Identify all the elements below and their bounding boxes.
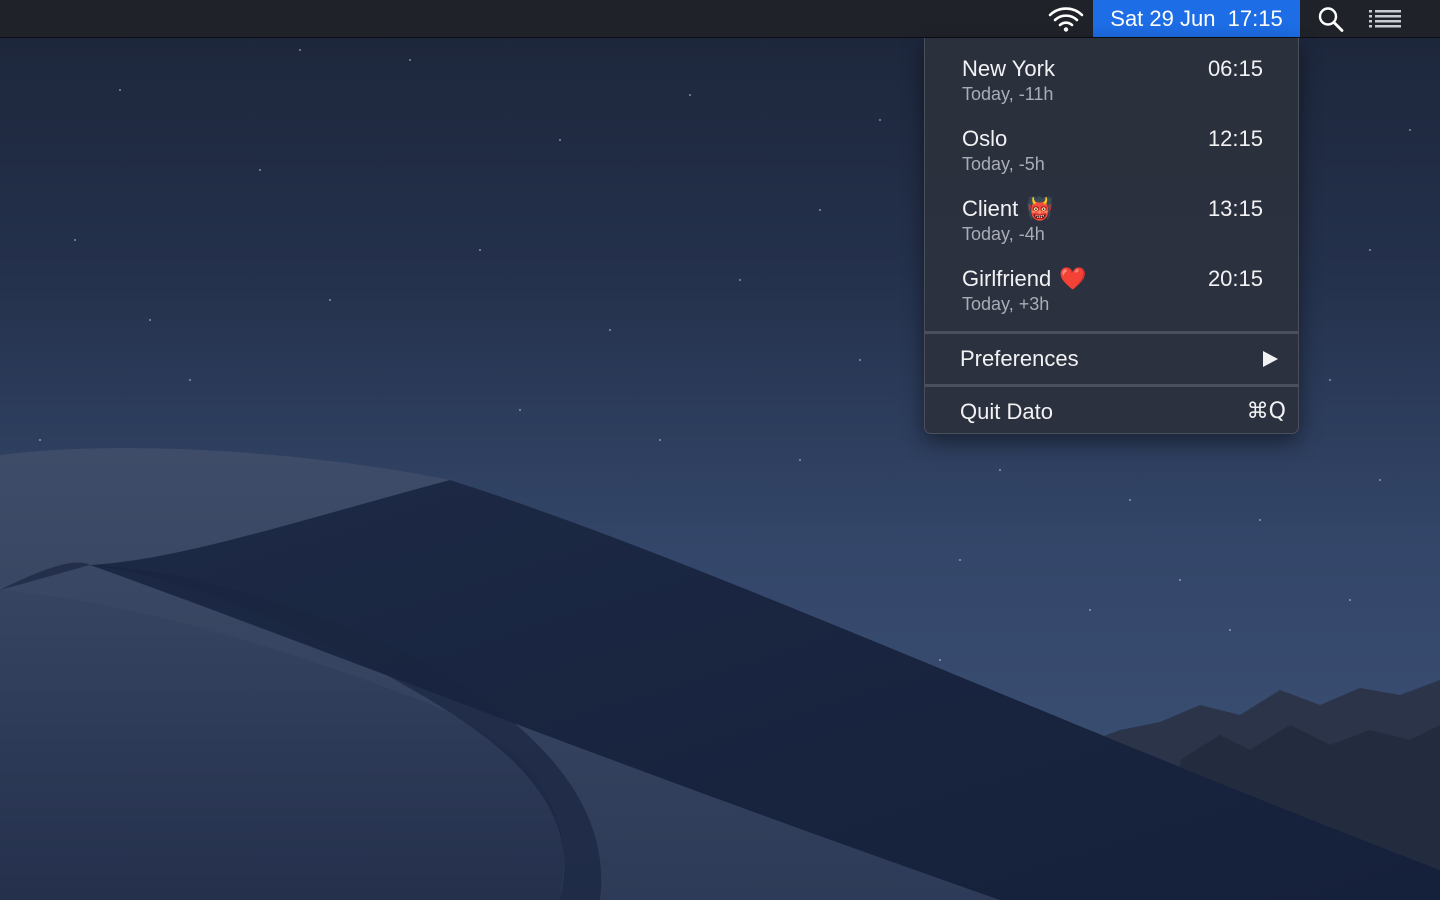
preferences-label: Preferences (960, 346, 1079, 371)
quit-shortcut: ⌘Q (1246, 399, 1286, 424)
timezone-item-oslo[interactable]: Oslo Today, -5h 12:15 (962, 124, 1263, 184)
wifi-icon[interactable] (1046, 5, 1086, 33)
notification-center-list-icon[interactable] (1367, 8, 1403, 30)
timezone-offset: Today, -11h (962, 84, 1054, 104)
timezone-name: Oslo (962, 126, 1008, 151)
submenu-arrow-icon (1263, 351, 1278, 367)
heart-emoji-icon: ❤️ (1059, 266, 1087, 291)
timezone-time: 12:15 (1207, 126, 1263, 151)
timezone-time: 13:15 (1207, 196, 1263, 221)
quit-menu-item[interactable]: Quit Dato ⌘Q (925, 389, 1298, 435)
timezone-name: Client 👹 (962, 196, 1054, 221)
timezone-time: 20:15 (1207, 266, 1263, 291)
timezone-time: 06:15 (1207, 56, 1263, 81)
timezone-item-client[interactable]: Client 👹 Today, -4h 13:15 (962, 194, 1263, 254)
timezone-item-new-york[interactable]: New York Today, -11h 06:15 (962, 54, 1263, 114)
timezone-name: New York (962, 56, 1055, 81)
world-clock-dropdown-menu: New York Today, -11h 06:15 Oslo Today, -… (924, 38, 1299, 434)
timezone-name: Girlfriend ❤️ (962, 266, 1087, 291)
preferences-menu-item[interactable]: Preferences (925, 336, 1298, 382)
ogre-emoji-icon: 👹 (1026, 196, 1054, 221)
menu-separator (925, 384, 1298, 387)
search-icon[interactable] (1317, 6, 1345, 32)
timezone-offset: Today, -5h (962, 154, 1045, 174)
menu-bar-clock[interactable]: Sat 29 Jun 17:15 (1093, 0, 1300, 37)
menu-bar: Sat 29 Jun 17:15 (0, 0, 1440, 38)
timezone-offset: Today, +3h (962, 294, 1050, 314)
timezone-offset: Today, -4h (962, 224, 1045, 244)
menu-separator (925, 331, 1298, 334)
timezone-item-girlfriend[interactable]: Girlfriend ❤️ Today, +3h 20:15 (962, 264, 1263, 324)
quit-label: Quit Dato (960, 399, 1053, 424)
